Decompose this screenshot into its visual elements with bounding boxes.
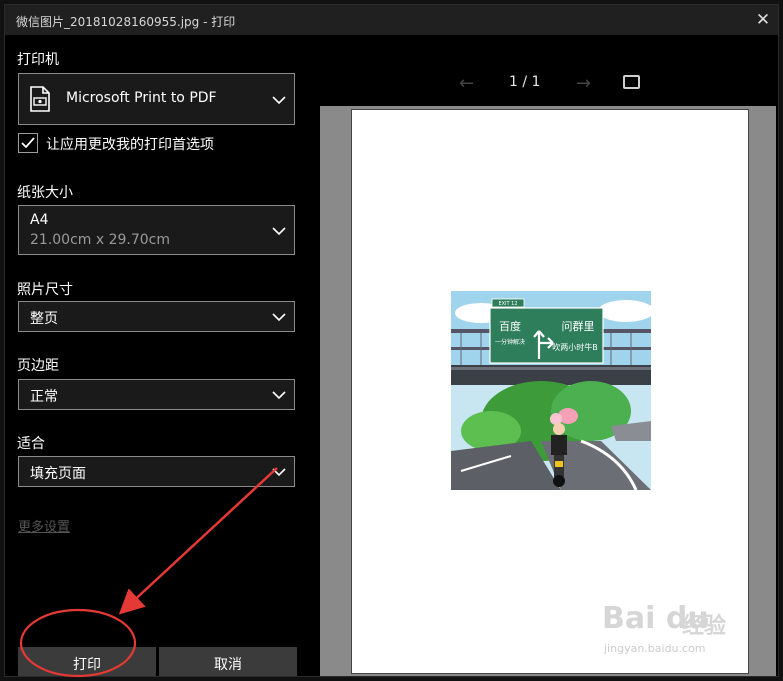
fit-label: 适合 xyxy=(17,436,45,452)
close-button[interactable]: ✕ xyxy=(746,5,778,35)
preview-photo: EXIT 12 百度 一分钟解决 问群里 吹两小时牛B xyxy=(451,291,651,490)
watermark-url: jingyan.baidu.com xyxy=(604,642,706,655)
fit-value: 填充页面 xyxy=(30,466,86,482)
checkmark-icon xyxy=(21,137,35,149)
preferences-label: 让应用更改我的打印首选项 xyxy=(46,137,214,153)
sign-right-sub: 吹两小时牛B xyxy=(552,342,598,352)
printer-dropdown[interactable]: Microsoft Print to PDF xyxy=(18,73,295,125)
cancel-button[interactable]: 取消 xyxy=(159,647,297,676)
fit-dropdown[interactable]: 填充页面 xyxy=(18,456,295,487)
chevron-down-icon xyxy=(272,391,286,400)
prev-page-button[interactable]: ← xyxy=(459,73,474,94)
sign-right-text: 问群里 xyxy=(562,319,595,333)
printer-label: 打印机 xyxy=(17,52,59,68)
paper-size-dropdown[interactable]: A4 21.00cm x 29.70cm xyxy=(18,205,295,255)
print-button[interactable]: 打印 xyxy=(18,647,156,676)
margins-dropdown[interactable]: 正常 xyxy=(18,379,295,410)
chevron-down-icon xyxy=(272,468,286,477)
paper-size-label: 纸张大小 xyxy=(17,185,73,201)
baidu-jingyan-watermark: Bai du 经验 jingyan.baidu.com xyxy=(602,599,757,659)
paper-size-value: A4 xyxy=(30,212,49,228)
photo-size-value: 整页 xyxy=(30,311,58,327)
print-dialog: 微信图片_20181028160955.jpg - 打印 ✕ 打印机 Micro… xyxy=(4,4,779,677)
settings-pane: 打印机 Microsoft Print to PDF 让应用更改我的打印首选项 … xyxy=(5,35,305,676)
next-page-button[interactable]: → xyxy=(576,73,591,94)
page-indicator: 1 / 1 xyxy=(509,74,541,90)
exit-tag: EXIT 12 xyxy=(498,301,517,307)
photo-size-dropdown[interactable]: 整页 xyxy=(18,301,295,332)
margins-value: 正常 xyxy=(30,389,58,405)
printer-icon xyxy=(30,86,50,112)
title-bar: 微信图片_20181028160955.jpg - 打印 ✕ xyxy=(5,5,778,35)
chevron-down-icon xyxy=(272,96,286,105)
preferences-checkbox[interactable] xyxy=(18,133,38,153)
chevron-down-icon xyxy=(272,313,286,322)
margins-label: 页边距 xyxy=(17,358,59,374)
photo-size-label: 照片尺寸 xyxy=(17,282,73,298)
screenshot-frame: 微信图片_20181028160955.jpg - 打印 ✕ 打印机 Micro… xyxy=(0,0,783,681)
chevron-down-icon xyxy=(272,227,286,236)
sign-left-text: 百度 xyxy=(499,319,521,333)
fit-to-window-icon[interactable] xyxy=(623,75,640,89)
printer-selected: Microsoft Print to PDF xyxy=(66,90,217,106)
sign-left-sub: 一分钟解决 xyxy=(495,338,525,346)
window-title: 微信图片_20181028160955.jpg - 打印 xyxy=(16,15,236,29)
more-settings-link[interactable]: 更多设置 xyxy=(18,516,70,535)
paper-size-detail: 21.00cm x 29.70cm xyxy=(30,232,171,248)
watermark-brand: 经验 xyxy=(682,614,727,639)
